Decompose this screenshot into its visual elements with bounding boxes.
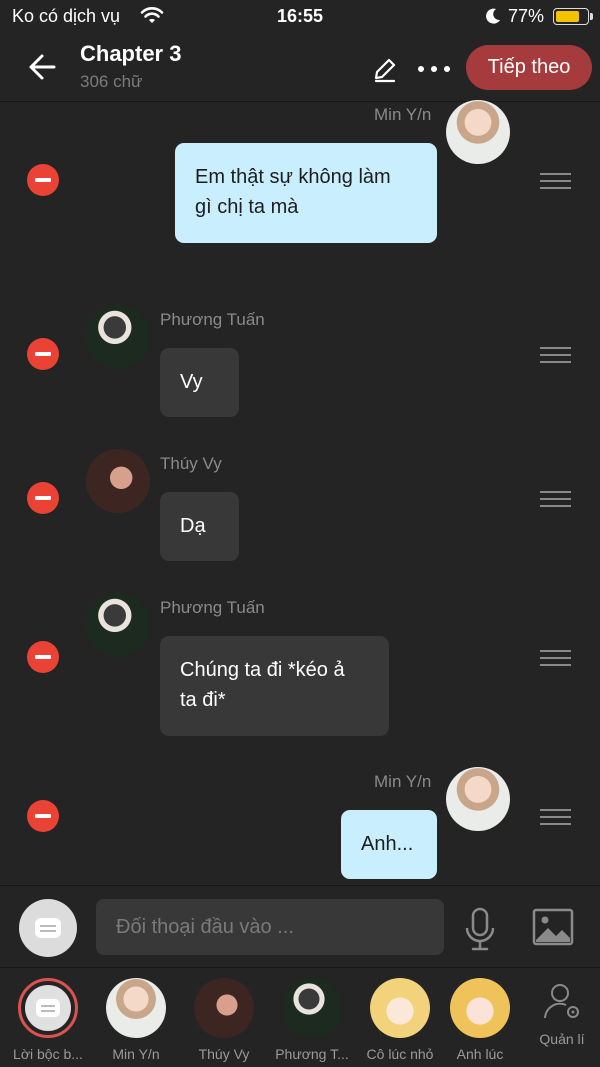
- message-line: Chúng ta đi *kéo ả: [180, 659, 345, 681]
- character-name: Lời bộc b...: [13, 1046, 83, 1062]
- message-bubble[interactable]: Dạ: [160, 492, 239, 561]
- drag-handle-icon[interactable]: [540, 347, 571, 365]
- back-arrow-icon[interactable]: [24, 50, 62, 84]
- sender-name: Thúy Vy: [160, 454, 222, 473]
- avatar-phuong-tuan[interactable]: [86, 593, 150, 657]
- message-line: Anh...: [361, 833, 414, 855]
- dialogue-input[interactable]: [96, 899, 444, 955]
- sender-name: Min Y/n: [374, 105, 432, 124]
- character-phuong-tuan[interactable]: Phương T...: [268, 978, 356, 1062]
- message-line: Vy: [180, 371, 203, 393]
- battery-fill: [556, 11, 580, 22]
- narrator-avatar: [25, 985, 71, 1031]
- character-narrator[interactable]: Lời bộc b...: [4, 978, 92, 1062]
- character-avatar: [282, 978, 342, 1038]
- image-icon[interactable]: [532, 908, 574, 946]
- remove-message-icon[interactable]: [27, 338, 59, 370]
- pencil-icon[interactable]: [370, 54, 400, 84]
- drag-handle-icon[interactable]: [540, 809, 571, 827]
- character-bar: Lời bộc b... Min Y/n Thúy Vy Phương T...…: [0, 967, 600, 1067]
- character-name: Min Y/n: [112, 1046, 160, 1062]
- status-bar: Ko có dịch vụ 16:55 77%: [0, 0, 600, 34]
- character-co-luc-nho[interactable]: Cô lúc nhỏ: [356, 978, 444, 1062]
- manage-characters-button[interactable]: Quản lí: [534, 982, 590, 1047]
- remove-message-icon[interactable]: [27, 800, 59, 832]
- battery-icon: [553, 8, 589, 25]
- sender-name: Phương Tuấn: [160, 598, 265, 617]
- drag-handle-icon[interactable]: [540, 173, 571, 191]
- character-avatar: [106, 978, 166, 1038]
- message-line: ta đi*: [180, 689, 226, 711]
- battery-percent: 77%: [508, 6, 545, 26]
- character-name: Thúy Vy: [198, 1046, 250, 1062]
- character-name: Anh lúc: [456, 1046, 504, 1062]
- sender-name: Phương Tuấn: [160, 310, 265, 329]
- moon-icon: [486, 8, 500, 24]
- chapter-title: Chapter 3: [80, 41, 182, 66]
- remove-message-icon[interactable]: [27, 164, 59, 196]
- character-min-yn[interactable]: Min Y/n: [92, 978, 180, 1062]
- chat-bubble-icon: [36, 999, 60, 1017]
- battery-tip: [590, 13, 593, 20]
- manage-label: Quản lí: [539, 1031, 585, 1047]
- more-dots-icon[interactable]: [414, 54, 454, 84]
- avatar-min-yn[interactable]: [446, 100, 510, 164]
- character-name: Cô lúc nhỏ: [366, 1046, 434, 1062]
- word-count: 306 chữ: [80, 72, 143, 91]
- sender-name: Min Y/n: [374, 772, 432, 791]
- next-chapter-button[interactable]: Tiếp theo: [466, 45, 592, 90]
- remove-message-icon[interactable]: [27, 641, 59, 673]
- message-line: gì chị ta mà: [195, 196, 299, 218]
- chapter-header: Chapter 3 306 chữ Tiếp theo: [0, 34, 600, 102]
- message-bubble[interactable]: Em thật sự không làm gì chị ta mà: [175, 143, 437, 243]
- drag-handle-icon[interactable]: [540, 491, 571, 509]
- microphone-icon[interactable]: [462, 906, 498, 952]
- input-bar: [0, 885, 600, 967]
- narrator-ring: [18, 978, 78, 1038]
- character-avatar: [194, 978, 254, 1038]
- message-bubble[interactable]: Chúng ta đi *kéo ả ta đi*: [160, 636, 389, 736]
- avatar-phuong-tuan[interactable]: [86, 305, 150, 369]
- character-avatar: [370, 978, 430, 1038]
- character-anh-luc[interactable]: Anh lúc: [444, 978, 516, 1062]
- character-avatar: [450, 978, 510, 1038]
- chat-bubble-icon: [35, 918, 61, 938]
- message-bubble[interactable]: Anh...: [341, 810, 437, 879]
- avatar-thuy-vy[interactable]: [86, 449, 150, 513]
- user-settings-icon: [544, 984, 579, 1019]
- avatar-min-yn[interactable]: [446, 767, 510, 831]
- message-line: Em thật sự không làm: [195, 166, 391, 188]
- drag-handle-icon[interactable]: [540, 650, 571, 668]
- remove-message-icon[interactable]: [27, 482, 59, 514]
- message-bubble[interactable]: Vy: [160, 348, 239, 417]
- character-thuy-vy[interactable]: Thúy Vy: [180, 978, 268, 1062]
- message-line: Dạ: [180, 515, 206, 537]
- character-name: Phương T...: [275, 1046, 349, 1062]
- narration-button[interactable]: [19, 899, 77, 957]
